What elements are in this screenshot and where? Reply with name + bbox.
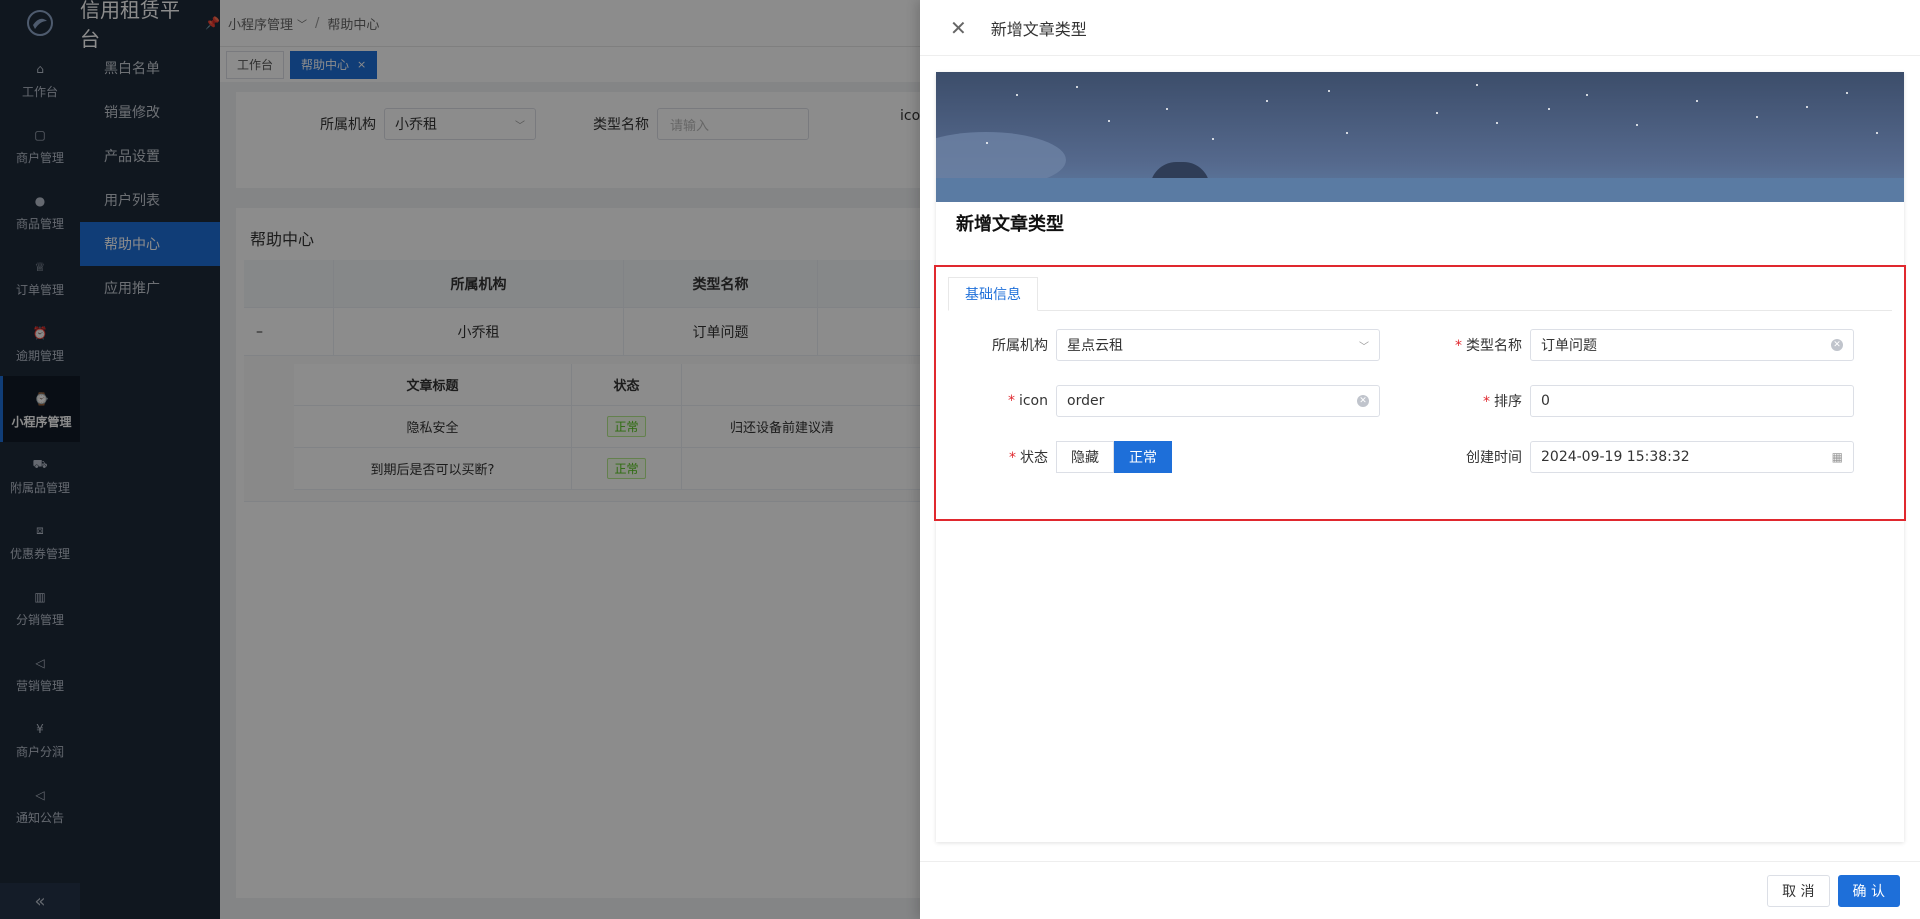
type-value: 订单问题: [1541, 338, 1597, 354]
org-value: 星点云租: [1067, 338, 1123, 354]
sort-value: 0: [1541, 393, 1550, 409]
icon-label: * icon: [936, 393, 1056, 409]
star: [1166, 108, 1168, 110]
confirm-button[interactable]: 确 认: [1837, 874, 1900, 907]
star: [1636, 124, 1638, 126]
field-type: * 类型名称 订单问题 ✕: [1410, 329, 1854, 361]
star: [1696, 100, 1698, 102]
icon-value: order: [1067, 393, 1105, 409]
star: [1212, 138, 1214, 140]
banner-image: [936, 72, 1904, 202]
field-icon: * icon order ✕: [936, 385, 1380, 417]
required-mark: *: [1009, 450, 1016, 466]
star: [1266, 100, 1268, 102]
star: [1586, 94, 1588, 96]
icon-label-text: icon: [1018, 393, 1048, 409]
star: [1496, 122, 1498, 124]
banner-water: [936, 178, 1904, 202]
sort-label-text: 排序: [1494, 394, 1522, 410]
star: [1548, 108, 1550, 110]
star: [1108, 120, 1110, 122]
sort-label: * 排序: [1410, 391, 1530, 411]
star: [1076, 86, 1078, 88]
star: [1846, 92, 1848, 94]
star: [1016, 94, 1018, 96]
clear-icon[interactable]: ✕: [1831, 339, 1843, 351]
star: [1756, 116, 1758, 118]
created-label: 创建时间: [1410, 447, 1530, 467]
star: [1806, 106, 1808, 108]
org-label-text: 所属机构: [992, 338, 1048, 354]
drawer-footer: 取 消 确 认: [920, 861, 1920, 919]
org-select[interactable]: 星点云租 ﹀: [1056, 329, 1380, 361]
star: [1476, 84, 1478, 86]
star: [986, 142, 988, 144]
field-status: * 状态 隐藏 正常: [936, 441, 1172, 473]
star: [1436, 112, 1438, 114]
drawer-header: ✕ 新增文章类型: [920, 0, 1920, 56]
chevron-down-icon: ﹀: [1359, 341, 1369, 353]
status-label-text: 状态: [1020, 450, 1048, 466]
clear-icon[interactable]: ✕: [1357, 395, 1369, 407]
field-created: 创建时间 2024-09-19 15:38:32 ▦: [1410, 441, 1854, 473]
drawer-mask[interactable]: [0, 0, 920, 919]
icon-input[interactable]: order ✕: [1056, 385, 1380, 417]
calendar-icon[interactable]: ▦: [1832, 450, 1843, 464]
type-input[interactable]: 订单问题 ✕: [1530, 329, 1854, 361]
drawer-header-title: 新增文章类型: [990, 19, 1087, 39]
type-label: * 类型名称: [1410, 335, 1530, 355]
required-mark: *: [1483, 394, 1490, 410]
field-sort: * 排序 0: [1410, 385, 1854, 417]
status-toggle: 隐藏 正常: [1056, 441, 1172, 473]
tab-basic-info[interactable]: 基础信息: [948, 277, 1038, 311]
status-hidden-button[interactable]: 隐藏: [1056, 441, 1114, 473]
form-area: 基础信息 所属机构 星点云租 ﹀ * 类型名称 订单问题 ✕ * icon order ✕…: [934, 265, 1906, 521]
star: [1876, 132, 1878, 134]
created-value: 2024-09-19 15:38:32: [1541, 449, 1690, 465]
drawer-title: 新增文章类型: [956, 214, 1064, 235]
required-mark: *: [1007, 393, 1015, 409]
org-label: 所属机构: [936, 335, 1056, 355]
cancel-button[interactable]: 取 消: [1767, 874, 1830, 907]
form-tabs: 基础信息: [948, 271, 1892, 311]
created-datetime-input[interactable]: 2024-09-19 15:38:32 ▦: [1530, 441, 1854, 473]
close-icon[interactable]: ✕: [950, 16, 967, 40]
status-label: * 状态: [936, 447, 1056, 467]
field-org: 所属机构 星点云租 ﹀: [936, 329, 1380, 361]
status-normal-button[interactable]: 正常: [1114, 441, 1172, 473]
star: [1328, 90, 1330, 92]
created-label-text: 创建时间: [1466, 450, 1522, 466]
sort-input[interactable]: 0: [1530, 385, 1854, 417]
type-label-text: 类型名称: [1466, 338, 1522, 354]
star: [1346, 132, 1348, 134]
required-mark: *: [1455, 338, 1462, 354]
